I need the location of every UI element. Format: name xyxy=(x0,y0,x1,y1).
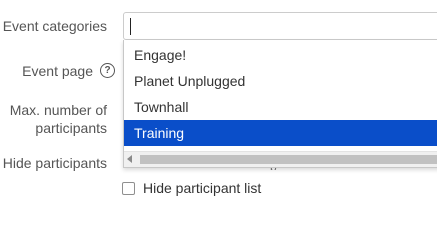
hide-participant-list-row: Hide participant list xyxy=(122,180,261,196)
event-categories-input[interactable] xyxy=(123,12,437,40)
hide-participant-list-label[interactable]: Hide participant list xyxy=(143,180,261,196)
dropdown-option-planet-unplugged[interactable]: Planet Unplugged xyxy=(124,68,437,94)
dropdown-option-training[interactable]: Training xyxy=(124,120,437,146)
event-categories-label: Event categories xyxy=(2,18,107,34)
dropdown-option-engage[interactable]: Engage! xyxy=(124,42,437,68)
dropdown-option-townhall[interactable]: Townhall xyxy=(124,94,437,120)
question-circle-icon[interactable]: ? xyxy=(100,62,115,78)
max-participants-label: Max. number of participants xyxy=(9,102,107,136)
event-page-label-wrap: Event page ? xyxy=(22,62,115,80)
hide-participants-label: Hide participants xyxy=(2,155,107,171)
chevron-left-icon[interactable] xyxy=(127,155,132,163)
scrollbar-thumb[interactable] xyxy=(140,155,437,164)
horizontal-scrollbar[interactable] xyxy=(124,151,437,167)
event-page-label: Event page xyxy=(22,63,93,79)
event-form: Event categories Event page ? Max. numbe… xyxy=(0,0,437,207)
text-caret xyxy=(130,18,131,35)
hide-participant-list-checkbox[interactable] xyxy=(122,181,135,195)
categories-dropdown[interactable]: Engage! Planet Unplugged Townhall Traini… xyxy=(123,40,437,168)
